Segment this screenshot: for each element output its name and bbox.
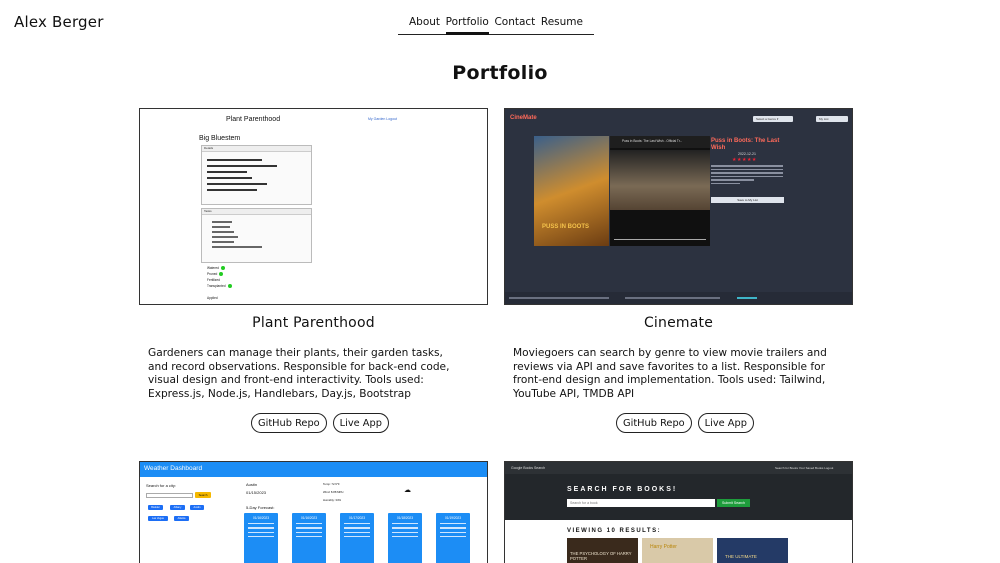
live-app-button[interactable]: Live App — [332, 413, 389, 433]
nav-about[interactable]: About — [409, 16, 440, 35]
plant-parenthood-screenshot: Plant Parenthood My Garden Logout Big Bl… — [139, 108, 488, 305]
shot-genre-select: Select a Genre ▾ — [753, 116, 793, 122]
shot-book-cover: THE PSYCHOLOGY OF HARRY POTTER — [567, 538, 638, 563]
shot-search-input — [146, 493, 193, 498]
shot-logo: CineMate — [510, 115, 537, 121]
shot-details-header: Details — [202, 146, 311, 152]
shot-links: My Garden Logout — [368, 117, 397, 121]
shot-current-date: 01/15/2023 — [246, 490, 267, 495]
google-books-screenshot: Google Books Search Search for Books You… — [504, 461, 853, 563]
site-brand[interactable]: Alex Berger — [14, 13, 104, 31]
shot-city-button: Albany — [170, 505, 185, 510]
shot-release-date: 2022-12-21 — [738, 152, 756, 156]
shot-tasks-header: Tasks — [202, 209, 311, 215]
shot-forecast-label: 5-Day Forecast: — [246, 505, 275, 510]
shot-current-temp: Temp: 72.9°F — [323, 482, 340, 486]
shot-city-button: Las Vegas — [148, 516, 168, 521]
page-title: Portfolio — [452, 62, 548, 84]
shot-tag-fertilized: Fertilized — [207, 278, 220, 282]
cloud-icon: ☁ — [404, 487, 411, 494]
github-repo-button[interactable]: GitHub Repo — [616, 413, 692, 433]
shot-forecast-card: 01/18/2023 — [388, 513, 422, 563]
shot-overview-text — [711, 165, 783, 193]
shot-tag-applied: Applied — [207, 296, 218, 300]
weather-dashboard-screenshot: Weather Dashboard Search for a city: Sea… — [139, 461, 488, 563]
project-desc-cinemate: Moviegoers can search by genre to view m… — [513, 347, 827, 401]
shot-tasks-panel: Tasks — [201, 208, 312, 263]
shot-app-title: Weather Dashboard — [144, 465, 203, 472]
live-app-button[interactable]: Live App — [697, 413, 754, 433]
shot-tag-watered: Watered — [207, 266, 225, 271]
shot-footer — [505, 292, 852, 304]
shot-heading: SEARCH FOR BOOKS! — [567, 486, 678, 493]
shot-movie-title: Puss in Boots: The Last Wish — [711, 138, 780, 151]
shot-brand: Google Books Search — [511, 466, 546, 470]
shot-book-cover: Harry Potter — [642, 538, 713, 563]
shot-current-wind: Wind: 8.88 MPH — [323, 490, 344, 494]
main-nav: About Portfolio Contact Resume — [398, 16, 594, 35]
shot-city-button: Atlanta — [174, 516, 189, 521]
shot-current-humidity: Humidity: 34% — [323, 498, 342, 502]
shot-video-title: Puss in Boots: The Last Wish - Official … — [610, 136, 710, 148]
shot-nav-links: Search for Books Your Saved Books Logout — [775, 466, 834, 470]
shot-city-button: Austin — [190, 505, 204, 510]
shot-poster-text: PUSS IN BOOTS — [542, 224, 590, 230]
shot-topbar: Google Books Search Search for Books You… — [505, 462, 852, 474]
project-buttons-plant-parenthood: GitHub Repo Live App — [251, 413, 389, 433]
nav-resume[interactable]: Resume — [541, 16, 583, 35]
github-repo-button[interactable]: GitHub Repo — [251, 413, 327, 433]
shot-topbar: Weather Dashboard — [140, 462, 487, 477]
shot-save-button: Save to My List — [711, 197, 784, 203]
shot-book-cover: THE ULTIMATE — [717, 538, 788, 563]
shot-trailer-video: Puss in Boots: The Last Wish - Official … — [610, 136, 710, 246]
project-buttons-cinemate: GitHub Repo Live App — [616, 413, 754, 433]
shot-search-label: Search for a city: — [146, 483, 177, 488]
shot-search-button: Search — [195, 492, 211, 498]
shot-results-label: VIEWING 10 RESULTS: — [567, 528, 662, 534]
shot-forecast-card: 01/16/2023 — [292, 513, 326, 563]
shot-hero: SEARCH FOR BOOKS! Search for a book Subm… — [505, 474, 852, 520]
project-title-cinemate: Cinemate — [643, 315, 714, 331]
shot-city-button: Boulder — [148, 505, 163, 510]
shot-tag-transplanted: Transplanted — [207, 284, 232, 289]
shot-plant-name: Big Bluestem — [199, 135, 241, 142]
shot-topbar — [505, 109, 852, 129]
shot-tag-pruned: Pruned — [207, 272, 224, 277]
shot-forecast-card: 01/16/2023 — [244, 513, 278, 563]
shot-heading: Plant Parenthood — [226, 116, 281, 123]
nav-contact[interactable]: Contact — [494, 16, 535, 35]
nav-portfolio[interactable]: Portfolio — [445, 16, 489, 35]
shot-forecast-card: 01/19/2023 — [436, 513, 470, 563]
shot-rating-stars: ★★★★★ — [732, 157, 757, 163]
shot-details-panel: Details — [201, 145, 312, 205]
shot-video-frame — [610, 150, 710, 210]
project-desc-plant-parenthood: Gardeners can manage their plants, their… — [148, 347, 450, 401]
shot-forecast-card: 01/17/2023 — [340, 513, 374, 563]
shot-submit-button: Submit Search — [717, 499, 750, 507]
cinemate-screenshot: CineMate Select a Genre ▾ My List PUSS I… — [504, 108, 853, 305]
shot-movie-poster: PUSS IN BOOTS — [534, 136, 609, 246]
shot-current-city: Austin — [246, 482, 258, 487]
shot-search-input: Search for a book — [567, 499, 715, 507]
shot-video-controls — [614, 239, 706, 242]
project-title-plant-parenthood: Plant Parenthood — [252, 315, 375, 331]
shot-my-list: My List — [816, 116, 848, 122]
